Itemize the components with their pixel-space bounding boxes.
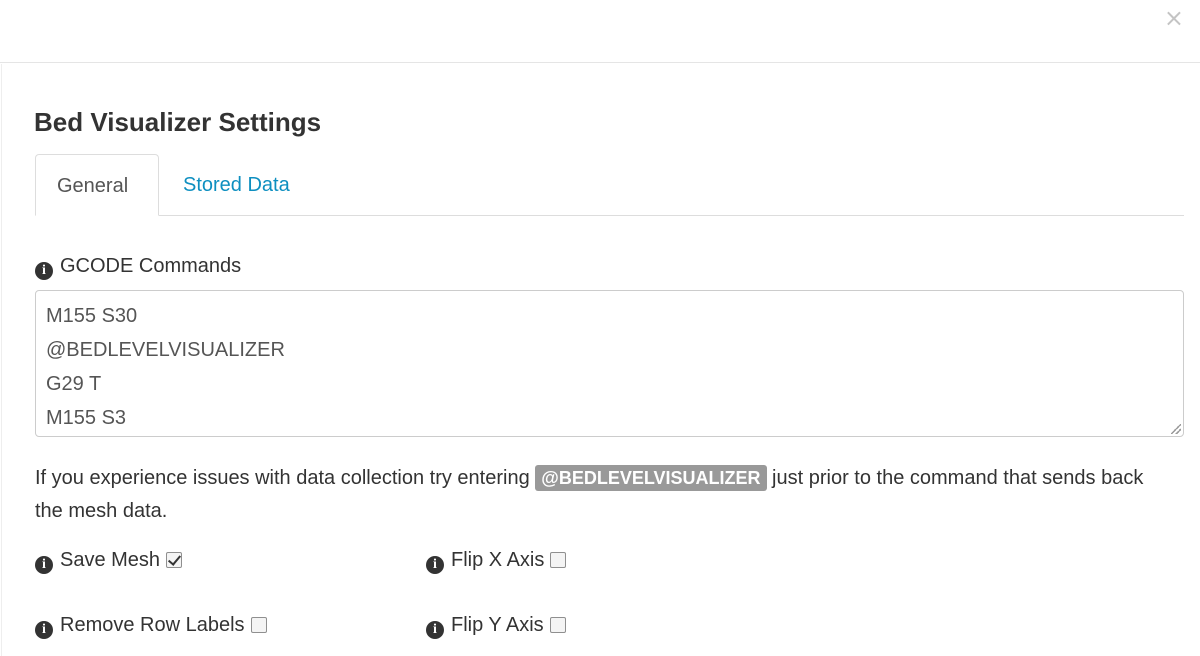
flip-y-checkbox[interactable] [549,617,566,633]
save-mesh-checkbox[interactable] [166,552,183,568]
gcode-line: M155 S30 [46,305,138,327]
code-badge: @BEDLEVELVISUALIZER [535,465,767,491]
help-text: If you experience issues with data colle… [35,462,1175,528]
remove-row-labels-label: Remove Row Labels [60,614,245,636]
page-title: Bed Visualizer Settings [34,107,322,137]
info-icon[interactable]: i [35,556,53,574]
tab-stored-data[interactable]: Stored Data [162,154,311,216]
flip-y-option: i Flip Y Axis [426,612,566,639]
info-icon[interactable]: i [35,262,53,280]
flip-y-label: Flip Y Axis [451,614,544,636]
gcode-line: M155 S3 [46,407,127,429]
gcode-commands-textarea[interactable]: M155 S30 @BEDLEVELVISUALIZER G29 T M155 … [35,290,1184,437]
save-mesh-option: i Save Mesh [35,547,183,574]
flip-x-option: i Flip X Axis [426,547,567,574]
gcode-line: G29 T [46,373,102,395]
help-text-before: If you experience issues with data colle… [35,467,536,489]
tab-general[interactable]: General [35,154,159,216]
gcode-commands-label: i GCODE Commands [35,253,241,280]
remove-row-labels-checkbox[interactable] [250,617,267,633]
close-icon[interactable]: × [1164,6,1184,30]
flip-x-label: Flip X Axis [451,549,545,571]
info-icon[interactable]: i [426,621,444,639]
modal-header: × [0,0,1200,63]
info-icon[interactable]: i [426,556,444,574]
gcode-commands-label-text: GCODE Commands [60,255,242,277]
gcode-line: @BEDLEVELVISUALIZER [46,339,285,361]
resize-handle[interactable] [1171,424,1181,434]
info-icon[interactable]: i [35,621,53,639]
save-mesh-label: Save Mesh [60,549,161,571]
tab-bar: General Stored Data [35,154,1184,216]
remove-row-labels-option: i Remove Row Labels [35,612,267,639]
flip-x-checkbox[interactable] [550,552,567,568]
